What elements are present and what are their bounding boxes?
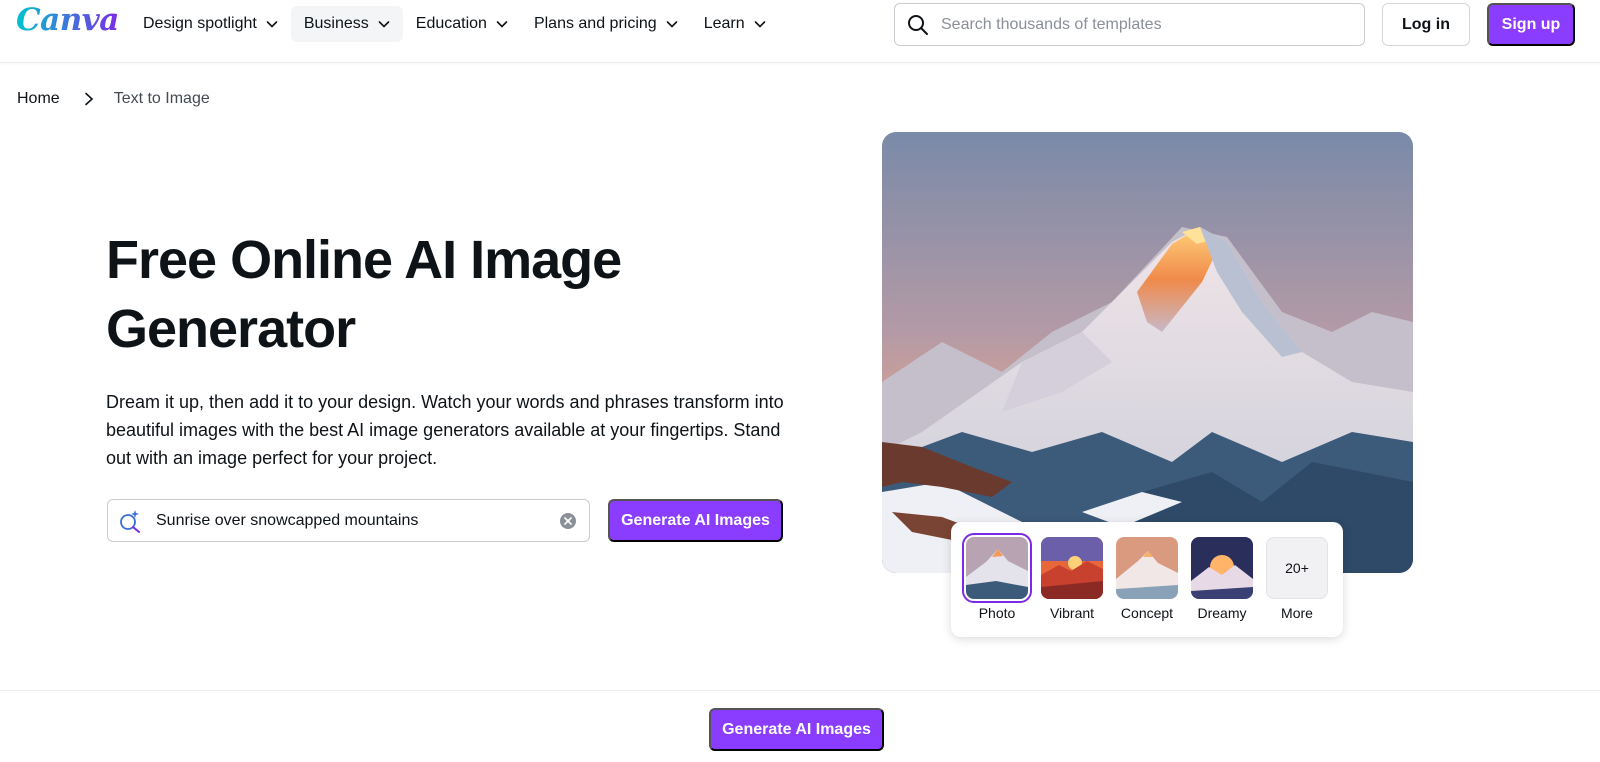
top-header: Canva Design spotlight Business Educatio… <box>0 0 1600 63</box>
search-input[interactable] <box>941 15 1341 34</box>
style-picker: Photo Vibrant Concept Dreamy 20+ More <box>951 522 1343 637</box>
photo-style-thumbnail <box>962 533 1032 603</box>
canva-logo[interactable]: Canva <box>16 2 119 38</box>
style-option-vibrant[interactable]: Vibrant <box>1041 537 1103 621</box>
nav-education[interactable]: Education <box>403 6 521 42</box>
sticky-bottom-bar: Generate AI Images <box>0 690 1600 762</box>
hero-mountain-image <box>882 132 1413 573</box>
prompt-input[interactable]: Sunrise over snowcapped mountains <box>107 499 590 542</box>
nav-label: Education <box>415 15 487 32</box>
chevron-down-icon <box>754 21 765 28</box>
style-label: Concept <box>1120 605 1174 621</box>
clear-icon[interactable] <box>559 512 577 530</box>
vibrant-style-thumbnail <box>1041 537 1103 599</box>
style-option-concept[interactable]: Concept <box>1116 537 1178 621</box>
nav-business[interactable]: Business <box>290 6 403 42</box>
chevron-down-icon <box>378 21 390 28</box>
nav-learn[interactable]: Learn <box>691 6 779 42</box>
style-option-more[interactable]: 20+ More <box>1266 537 1328 621</box>
concept-style-thumbnail <box>1116 537 1178 599</box>
signup-button[interactable]: Sign up <box>1487 3 1575 46</box>
style-label: Dreamy <box>1197 605 1247 621</box>
breadcrumb-current: Text to Image <box>113 90 210 107</box>
generate-ai-images-button[interactable]: Generate AI Images <box>608 499 783 542</box>
hero-description: Dream it up, then add it to your design.… <box>106 392 784 468</box>
generate-ai-images-bottom-button[interactable]: Generate AI Images <box>709 708 884 751</box>
style-option-dreamy[interactable]: Dreamy <box>1191 537 1253 621</box>
chevron-down-icon <box>496 21 508 28</box>
chevron-down-icon <box>666 21 677 28</box>
style-option-photo[interactable]: Photo <box>962 533 1032 621</box>
breadcrumb: Home Text to Image <box>17 90 210 108</box>
login-button[interactable]: Log in <box>1382 3 1470 46</box>
page-title: Free Online AI Image Generator <box>106 230 622 359</box>
style-label: More <box>1281 605 1313 621</box>
more-styles-badge: 20+ <box>1266 537 1328 599</box>
nav-label: Business <box>303 15 369 32</box>
main-nav: Design spotlight Business Education Plan… <box>130 6 779 42</box>
nav-label: Learn <box>703 15 745 32</box>
nav-label: Plans and pricing <box>533 15 657 32</box>
nav-label: Design spotlight <box>143 15 257 32</box>
prompt-value[interactable]: Sunrise over snowcapped mountains <box>156 512 559 530</box>
template-search[interactable] <box>894 3 1365 46</box>
style-label: Photo <box>978 605 1016 621</box>
chevron-right-icon <box>84 92 93 106</box>
magic-search-icon <box>120 509 140 533</box>
breadcrumb-home-link[interactable]: Home <box>17 90 60 108</box>
search-icon <box>908 14 928 35</box>
nav-design-spotlight[interactable]: Design spotlight <box>130 6 291 42</box>
chevron-down-icon <box>266 21 278 28</box>
nav-plans-and-pricing[interactable]: Plans and pricing <box>521 6 691 42</box>
dreamy-style-thumbnail <box>1191 537 1253 599</box>
style-label: Vibrant <box>1049 605 1095 621</box>
